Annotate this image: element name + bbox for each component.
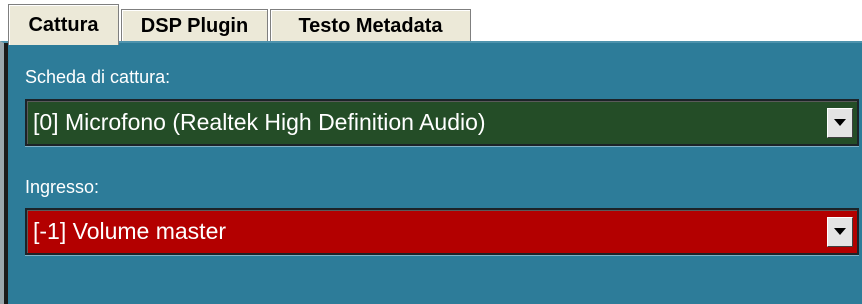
chevron-down-icon	[834, 228, 846, 235]
capture-panel: Scheda di cattura: [0] Microfono (Realte…	[0, 41, 862, 304]
capture-device-label: Scheda di cattura:	[25, 67, 171, 87]
capture-device-select[interactable]: [0] Microfono (Realtek High Definition A…	[25, 99, 859, 146]
tab-strip: Cattura DSP Plugin Testo Metadata	[0, 0, 862, 45]
input-dropdown-button[interactable]	[827, 217, 853, 247]
chevron-down-icon	[834, 119, 846, 126]
input-value: [-1] Volume master	[33, 218, 227, 244]
input-select[interactable]: [-1] Volume master	[25, 208, 859, 255]
tab-testo-metadata[interactable]: Testo Metadata	[270, 9, 471, 43]
tab-cattura[interactable]: Cattura	[8, 4, 119, 45]
tab-dsp-plugin[interactable]: DSP Plugin	[121, 9, 268, 43]
capture-device-dropdown-button[interactable]	[827, 108, 853, 138]
input-label: Ingresso:	[25, 177, 100, 197]
capture-device-value: [0] Microfono (Realtek High Definition A…	[33, 109, 486, 135]
